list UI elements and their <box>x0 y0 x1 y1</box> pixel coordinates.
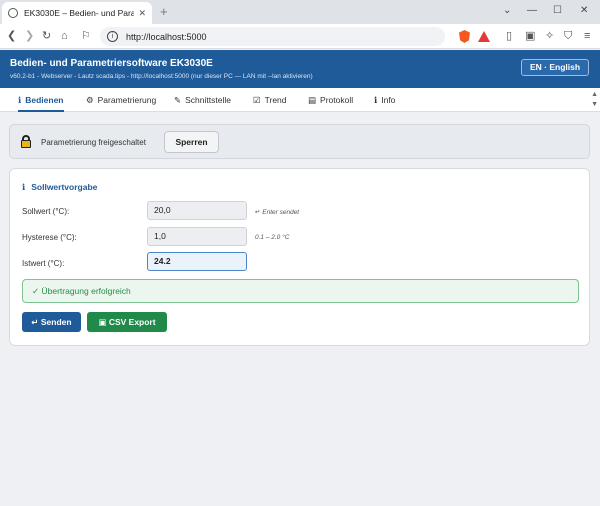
maximize-button[interactable]: ☐ <box>553 5 562 16</box>
leo-ai-icon[interactable]: ✧ <box>545 29 554 43</box>
info-icon: ℹ <box>374 95 378 105</box>
csv-export-label: CSV Export <box>108 317 156 327</box>
tab-protokoll[interactable]: ▤ Protokoll <box>308 88 353 112</box>
forward-icon[interactable]: ❯ <box>25 29 34 43</box>
language-toggle-button[interactable]: EN · English <box>521 59 589 76</box>
tab-close-icon[interactable]: ✕ <box>138 8 146 19</box>
browser-toolbar: ❮ ❯ ↻ ⌂ ⚐ i http://localhost:5000 ▯ ▣ ✧ … <box>0 24 600 49</box>
tab-label: Trend <box>264 95 287 105</box>
back-icon[interactable]: ❮ <box>7 29 16 43</box>
minimize-button[interactable]: — <box>527 5 537 16</box>
address-bar[interactable]: i http://localhost:5000 <box>100 27 445 46</box>
app-header: Bedien- und Parametriersoftware EK3030E … <box>0 50 600 88</box>
hysteresis-input[interactable]: 1,0 <box>147 227 247 246</box>
send-button[interactable]: ↵ Senden <box>22 312 81 332</box>
actual-value-input[interactable]: 24.2 <box>147 252 247 271</box>
globe-icon <box>8 8 18 18</box>
setpoint-hint: ↵ Enter sendet <box>255 209 300 216</box>
browser-tabbar: EK3030E – Bedien- und Parametr ✕ + ⌄ — ☐… <box>0 0 600 24</box>
tab-trend[interactable]: ☑ Trend <box>253 88 287 112</box>
hysteresis-label: Hysterese (°C): <box>22 233 77 242</box>
csv-export-button[interactable]: ▣ CSV Export <box>87 312 167 332</box>
reload-icon[interactable]: ↻ <box>42 29 51 43</box>
lock-status-text: Parametrierung freigeschaltet <box>41 138 146 147</box>
close-window-button[interactable]: ✕ <box>580 5 588 16</box>
tab-bedienen[interactable]: ℹ Bedienen <box>18 88 64 112</box>
app-title: Bedien- und Parametriersoftware EK3030E <box>10 58 213 69</box>
tab-title: EK3030E – Bedien- und Parametr <box>24 8 135 18</box>
tab-label: Schnittstelle <box>185 95 231 105</box>
app-subtitle: v60.2-b1 - Webserver - Lautz scada.tips … <box>10 73 313 80</box>
success-message: ✓ Übertragung erfolgreich <box>22 279 579 303</box>
gear-icon: ⚙ <box>86 95 94 105</box>
tab-parametrierung[interactable]: ⚙ Parametrierung <box>86 88 156 112</box>
brave-shield-icon[interactable] <box>459 30 470 43</box>
brave-rewards-icon[interactable] <box>478 31 490 42</box>
tab-label: Bedienen <box>25 95 64 105</box>
actual-value-label: Istwert (°C): <box>22 259 65 268</box>
info-icon: ℹ <box>22 182 26 192</box>
tab-label: Info <box>381 95 396 105</box>
tab-info[interactable]: ℹ Info <box>374 88 395 112</box>
lock-icon <box>21 135 31 149</box>
wallet-icon[interactable]: ▣ <box>525 29 535 43</box>
lock-button[interactable]: Sperren <box>164 131 219 153</box>
setpoint-input[interactable]: 20,0 <box>147 201 247 220</box>
trend-chart-icon: ☑ <box>253 95 261 105</box>
setpoint-label: Sollwert (°C): <box>22 207 70 216</box>
menu-icon[interactable]: ≡ <box>584 29 590 43</box>
main-nav: ℹ Bedienen ⚙ Parametrierung ✎ Schnittstelle… <box>0 88 600 112</box>
site-info-icon[interactable]: i <box>107 31 118 42</box>
setpoint-title-text: Sollwertvorgabe <box>31 182 98 192</box>
bookmark-icon[interactable]: ⚐ <box>81 29 91 43</box>
url-text: http://localhost:5000 <box>126 31 207 42</box>
lock-status-card: Parametrierung freigeschaltet Sperren <box>9 124 590 159</box>
new-tab-button[interactable]: + <box>160 4 168 19</box>
setpoint-card: ℹ Sollwertvorgabe Sollwert (°C): 20,0 ↵ E… <box>9 168 590 346</box>
hysteresis-hint: 0.1 – 2.0 °C <box>255 234 290 241</box>
tab-label: Parametrierung <box>97 95 157 105</box>
sidebar-icon[interactable]: ▯ <box>506 29 512 43</box>
nav-scroll-arrows[interactable]: ▲ ▼ <box>591 90 598 110</box>
plug-icon: ✎ <box>174 95 182 105</box>
browser-tab[interactable]: EK3030E – Bedien- und Parametr ✕ <box>2 2 152 24</box>
info-icon: ℹ <box>18 95 22 105</box>
document-icon: ▤ <box>308 95 317 105</box>
tab-schnittstelle[interactable]: ✎ Schnittstelle <box>174 88 231 112</box>
setpoint-title: ℹ Sollwertvorgabe <box>22 182 97 193</box>
save-icon: ▣ <box>98 317 107 327</box>
vpn-icon[interactable]: ⛉ <box>564 29 572 43</box>
home-icon[interactable]: ⌂ <box>61 29 68 43</box>
tab-label: Protokoll <box>320 95 354 105</box>
tab-search-icon[interactable]: ⌄ <box>503 5 511 16</box>
